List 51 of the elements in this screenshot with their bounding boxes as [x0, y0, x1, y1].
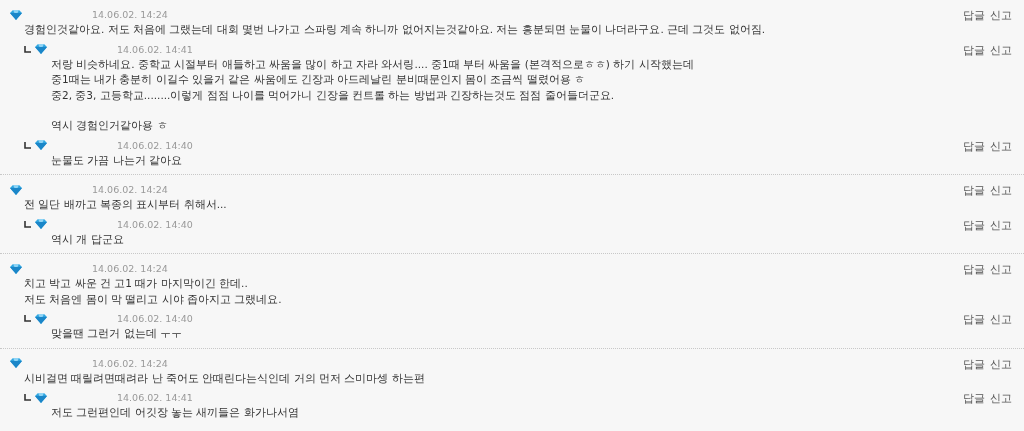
- report-link[interactable]: 신고: [990, 357, 1012, 372]
- diamond-icon: [35, 140, 47, 150]
- timestamp: 14.06.02. 14:40: [117, 313, 193, 324]
- diamond-icon: [35, 392, 47, 403]
- comment-text: 전 일단 배까고 복종의 표시부터 취해서...: [24, 197, 228, 212]
- report-link[interactable]: 신고: [990, 313, 1012, 327]
- comment-text: 맞을땐 그런거 없는데 ㅜㅜ: [51, 326, 183, 341]
- reply-branch-icon: [24, 141, 31, 149]
- reply-branch-icon: [24, 220, 31, 228]
- report-link[interactable]: 신고: [990, 184, 1012, 198]
- comment-text: 역시 경험인거같아용 ㅎ: [51, 118, 169, 133]
- reply-link[interactable]: 답글: [963, 184, 985, 198]
- reply-branch-icon: [24, 45, 31, 53]
- diamond-icon: [35, 313, 47, 324]
- timestamp: 14.06.02. 14:24: [92, 263, 168, 274]
- report-link[interactable]: 신고: [990, 392, 1012, 406]
- diamond-icon: [10, 358, 22, 368]
- comment-text: 시비걸면 때릴려면때려라 난 죽어도 안때린다는식인데 거의 먼저 스미마셍 하는편: [24, 370, 426, 386]
- timestamp: 14.06.02. 14:24: [92, 357, 168, 369]
- diamond-icon: [35, 44, 47, 54]
- reply-branch-icon: [24, 394, 31, 401]
- report-link[interactable]: 신고: [990, 263, 1012, 277]
- reply-link[interactable]: 답글: [963, 43, 985, 58]
- timestamp: 14.06.02. 14:41: [117, 43, 193, 55]
- comment-text: 눈물도 가끔 나는거 같아요: [51, 152, 183, 168]
- comment-text: 경험인것같아요. 저도 처음에 그랬는데 대회 몇번 나가고 스파링 계속 하니까 없어지는것같아요. 저는 흥분되면 눈물이 나더라구요. 근데 그것도 없어짐.: [24, 22, 767, 37]
- reply-link[interactable]: 답글: [963, 392, 985, 406]
- timestamp: 14.06.02. 14:40: [117, 139, 193, 151]
- diamond-icon: [10, 263, 22, 274]
- report-link[interactable]: 신고: [990, 9, 1012, 23]
- reply-link[interactable]: 답글: [963, 9, 985, 23]
- report-link[interactable]: 신고: [990, 218, 1012, 233]
- diamond-icon: [10, 9, 22, 20]
- reply-branch-icon: [24, 315, 31, 322]
- timestamp: 14.06.02. 14:24: [92, 184, 168, 195]
- reply-link[interactable]: 답글: [963, 313, 985, 327]
- reply-link[interactable]: 답글: [963, 139, 985, 154]
- diamond-icon: [10, 184, 22, 195]
- reply-link[interactable]: 답글: [963, 263, 985, 277]
- comment-text: 저랑 비슷하네요. 중학교 시절부터 애들하고 싸움을 많이 하고 자라 와서링.... 중1때 부터 싸움을 (본격적으로ㅎㅎ) 하기 시작했는데 중1때는 내가 충분히 이길수 있을거 같은 싸움에도 긴장과 아드레날린 분비때문인지 몸이 조금씩 떨렸어용 ㅎ 중2, 중3, 고등학교........이렇게 점점 나이를 먹어가니 긴장을 컨트롤 하는 방법과 긴장하는것도 점점 줄어들더군요.: [51, 56, 695, 103]
- timestamp: 14.06.02. 14:41: [117, 392, 193, 403]
- report-link[interactable]: 신고: [990, 43, 1012, 58]
- comment-text: 저도 그런편인데 어깃장 놓는 새끼들은 화가나서염: [51, 405, 300, 420]
- timestamp: 14.06.02. 14:40: [117, 218, 193, 230]
- report-link[interactable]: 신고: [990, 139, 1012, 154]
- timestamp: 14.06.02. 14:24: [92, 9, 168, 20]
- reply-link[interactable]: 답글: [963, 357, 985, 372]
- diamond-icon: [35, 219, 47, 229]
- reply-link[interactable]: 답글: [963, 218, 985, 233]
- comment-text: 치고 박고 싸운 건 고1 때가 마지막이긴 한데.. 저도 처음엔 몸이 막 떨리고 시야 좁아지고 그랬네요.: [24, 276, 283, 307]
- comment-text: 역시 개 답군요: [51, 231, 125, 247]
